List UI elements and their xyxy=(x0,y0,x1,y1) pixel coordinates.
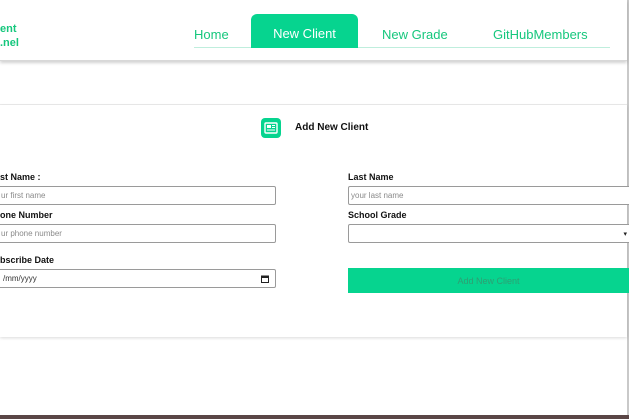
date-value-text: /mm/yyyy xyxy=(3,274,37,283)
add-new-client-button[interactable]: Add New Client xyxy=(348,268,629,293)
first-name-label: st Name : xyxy=(0,172,41,182)
nav-home-link[interactable]: Home xyxy=(194,27,229,42)
add-client-form-card xyxy=(0,105,627,337)
brand-logo-text: ent .nel xyxy=(0,23,19,49)
calendar-icon[interactable] xyxy=(261,275,269,283)
chevron-down-icon: ▾ xyxy=(623,230,627,238)
nav-github-members-link[interactable]: GitHubMembers xyxy=(493,27,588,42)
school-grade-label: School Grade xyxy=(348,210,407,220)
first-name-input[interactable] xyxy=(0,186,276,205)
phone-number-input[interactable] xyxy=(0,224,276,243)
nav-new-grade-link[interactable]: New Grade xyxy=(382,27,448,42)
last-name-input[interactable] xyxy=(348,186,629,205)
nav-new-client-tab[interactable]: New Client xyxy=(251,14,358,48)
window-border-bottom xyxy=(0,415,629,419)
subscribe-date-label: bscribe Date xyxy=(0,255,55,265)
newspaper-icon xyxy=(261,118,281,138)
subscribe-date-input[interactable]: /mm/yyyy xyxy=(0,269,276,288)
school-grade-select[interactable]: ▾ xyxy=(348,224,629,243)
top-navbar: ent .nel Home New Client New Grade GitHu… xyxy=(0,0,627,61)
phone-number-label: one Number xyxy=(0,210,53,220)
last-name-label: Last Name xyxy=(348,172,394,182)
form-title: Add New Client xyxy=(295,122,369,133)
